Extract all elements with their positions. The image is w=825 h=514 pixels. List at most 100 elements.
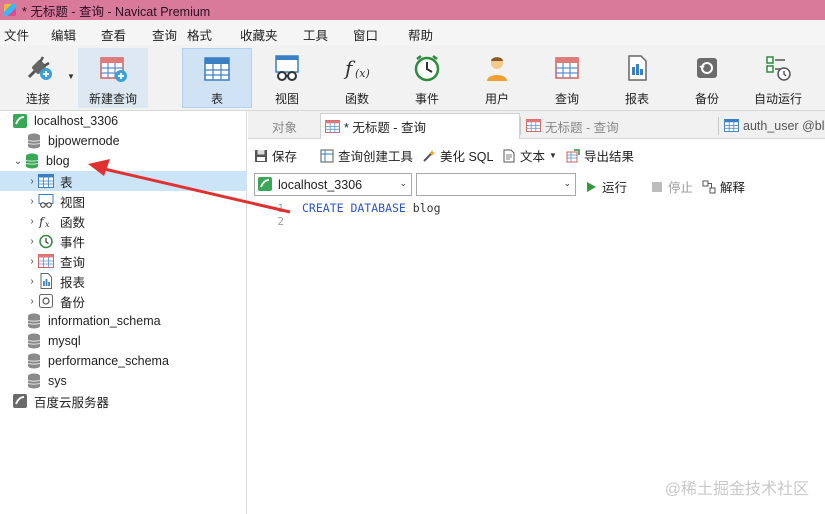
menu-favorites[interactable]: 收藏夹: [240, 25, 278, 44]
backup-button[interactable]: 备份: [682, 48, 732, 108]
tree-item-information-schema[interactable]: information_schema: [0, 311, 247, 331]
autorun-button[interactable]: 自动运行: [748, 48, 808, 108]
tree-label: 视图: [60, 195, 86, 210]
tab-untitled-query[interactable]: 无标题 - 查询: [522, 113, 712, 139]
text-label: 文本: [520, 150, 546, 164]
tree-item-views[interactable]: › 视图: [0, 191, 247, 211]
menu-tools[interactable]: 工具: [303, 25, 328, 44]
tree-item-functions[interactable]: › fx 函数: [0, 211, 247, 231]
line-number: 2: [277, 215, 284, 228]
chevron-right-icon[interactable]: ›: [26, 276, 38, 287]
svg-text:x: x: [45, 220, 50, 228]
run-button[interactable]: 运行: [584, 177, 627, 196]
tree-item-events[interactable]: › 事件: [0, 231, 247, 251]
chevron-right-icon[interactable]: ›: [26, 296, 38, 307]
chevron-right-icon[interactable]: ›: [26, 176, 38, 187]
views-button[interactable]: 视图: [262, 48, 312, 108]
tables-label: 表: [210, 92, 223, 106]
plug-icon: [22, 52, 54, 84]
connection-select[interactable]: localhost_3306 ⌄: [254, 173, 412, 196]
tables-button[interactable]: 表: [182, 48, 252, 108]
tree-item-backups[interactable]: › 备份: [0, 291, 247, 311]
tree-item-queries[interactable]: › 查询: [0, 251, 247, 271]
users-label: 用户: [484, 92, 509, 106]
menu-help[interactable]: 帮助: [408, 25, 433, 44]
stop-icon: [650, 180, 664, 194]
explain-label: 解释: [720, 181, 746, 195]
navicat-logo-icon: [4, 4, 16, 16]
tree-item-blog[interactable]: ⌄ blog: [0, 151, 247, 171]
function-icon: fx: [38, 213, 54, 229]
tree-label: 事件: [60, 235, 86, 250]
table-icon: [724, 119, 740, 133]
export-label: 导出结果: [584, 150, 635, 164]
connect-label: 连接: [25, 92, 50, 106]
table-icon: [38, 173, 54, 189]
menu-view[interactable]: 查看: [101, 25, 126, 44]
tab-bar: 对象 * 无标题 - 查询 无标题 - 查询 auth_user @bl: [248, 111, 825, 139]
tree-item-sys[interactable]: sys: [0, 371, 247, 391]
run-label: 运行: [602, 181, 628, 195]
code-line: CREATE DATABASE blog: [302, 201, 441, 215]
query-builder-icon: [320, 149, 334, 163]
menu-file[interactable]: 文件: [4, 25, 29, 44]
database-icon: [26, 373, 42, 389]
functions-button[interactable]: f (x) 函数: [332, 48, 382, 108]
tree-label: 表: [60, 175, 73, 190]
tab-auth-user[interactable]: auth_user @bl: [720, 113, 825, 139]
connect-button[interactable]: 连接: [10, 48, 66, 108]
database-open-icon: [24, 153, 40, 169]
tree-label: bjpowernode: [48, 134, 120, 148]
backup-icon: [38, 293, 54, 309]
new-query-label: 新建查询: [88, 92, 137, 106]
queries-label: 查询: [554, 92, 579, 106]
stop-button[interactable]: 停止: [650, 177, 693, 196]
chevron-right-icon[interactable]: ›: [26, 236, 38, 247]
report-icon: [621, 52, 653, 84]
report-icon: [38, 273, 54, 289]
user-icon: [481, 52, 513, 84]
view-icon: [38, 193, 54, 209]
tab-untitled-query-active[interactable]: * 无标题 - 查询: [320, 113, 520, 139]
tree-item-localhost[interactable]: localhost_3306: [0, 111, 247, 131]
chevron-right-icon[interactable]: ›: [26, 216, 38, 227]
backup-icon: [691, 52, 723, 84]
new-query-button[interactable]: 新建查询: [78, 48, 148, 108]
query-builder-button[interactable]: 查询创建工具: [320, 146, 413, 165]
tab-divider: [520, 117, 521, 135]
tree-item-reports[interactable]: › 报表: [0, 271, 247, 291]
tree-item-bjpowernode[interactable]: bjpowernode: [0, 131, 247, 151]
tree-item-mysql[interactable]: mysql: [0, 331, 247, 351]
save-button[interactable]: 保存: [254, 146, 297, 165]
menu-query[interactable]: 查询: [152, 25, 177, 44]
tree-item-performance-schema[interactable]: performance_schema: [0, 351, 247, 371]
menu-window[interactable]: 窗口: [353, 25, 378, 44]
menu-edit[interactable]: 编辑: [51, 25, 76, 44]
beautify-sql-button[interactable]: 美化 SQL: [422, 146, 494, 165]
menu-format[interactable]: 格式: [187, 25, 212, 44]
chevron-right-icon[interactable]: ›: [26, 256, 38, 267]
tree-label: information_schema: [48, 314, 161, 328]
tree-label: mysql: [48, 334, 81, 348]
save-label: 保存: [272, 150, 298, 164]
beautify-label: 美化 SQL: [440, 150, 494, 164]
chevron-down-icon[interactable]: ⌄: [12, 156, 24, 167]
chevron-right-icon[interactable]: ›: [26, 196, 38, 207]
autorun-label: 自动运行: [753, 92, 802, 106]
tree-item-baidu-cloud[interactable]: 百度云服务器: [0, 391, 247, 411]
reports-button[interactable]: 报表: [612, 48, 662, 108]
play-icon: [584, 180, 598, 194]
tab-objects[interactable]: 对象: [268, 113, 318, 139]
connect-dropdown-icon[interactable]: ▼: [67, 72, 75, 81]
events-button[interactable]: 事件: [402, 48, 452, 108]
sql-editor[interactable]: 1 2 CREATE DATABASE blog: [248, 200, 825, 514]
users-button[interactable]: 用户: [472, 48, 522, 108]
main-toolbar: 连接 ▼ 新建查询 表 视图 f (x) 函数 事件 用户 查询 报表 备份 自…: [0, 45, 825, 111]
database-select[interactable]: ⌄: [416, 173, 576, 196]
text-button[interactable]: 文本 ▼: [502, 146, 557, 165]
tree-item-tables[interactable]: › 表: [0, 171, 247, 191]
explain-button[interactable]: 解释: [702, 177, 745, 196]
queries-button[interactable]: 查询: [542, 48, 592, 108]
tree-label: 备份: [60, 295, 86, 310]
export-results-button[interactable]: 导出结果: [566, 146, 634, 165]
